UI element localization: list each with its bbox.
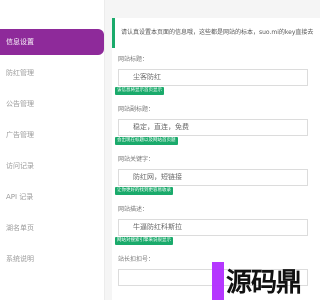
watermark-accent-bar (212, 262, 224, 300)
sidebar-item-announcements[interactable]: 公告管理 (0, 91, 104, 117)
sidebar-item-access-log[interactable]: 访问记录 (0, 153, 104, 179)
sidebar-item-ads[interactable]: 广告管理 (0, 122, 104, 148)
watermark: 源码鼎 (212, 262, 320, 300)
site-subtitle-input[interactable]: 稳定，直连，免费 (118, 119, 308, 136)
site-description-hint: 网站对搜索引擎来说很显示 (115, 237, 173, 245)
field-label-site-description: 网站描述： (118, 206, 149, 213)
site-subtitle-hint: 会出现在标题以及网站首页题 (115, 137, 178, 145)
notice-banner: 请认真设置本页面的信息哦，这些都是网站的标本，suo.mi的key直接去 (112, 18, 320, 48)
sidebar: 信息设置 防红管理 公告管理 广告管理 访问记录 API 记录 湖名单页 系统说… (0, 0, 105, 300)
field-label-site-subtitle: 网站副标题： (118, 106, 155, 113)
field-label-site-keywords: 网站关键字： (118, 156, 155, 163)
site-description-input[interactable]: 牛逼防红科斯拉 (118, 219, 308, 236)
site-title-hint: 该信息将显示首页显示 (115, 87, 164, 95)
field-label-admin-qq: 站长扣扣号： (118, 256, 155, 263)
field-label-site-title: 网站标题： (118, 56, 149, 63)
site-keywords-input[interactable]: 防红网，短链接 (118, 169, 308, 186)
sidebar-item-api-log[interactable]: API 记录 (0, 184, 104, 210)
site-keywords-hint: 让你更好的找到更容易收录 (115, 187, 173, 195)
watermark-text: 源码鼎 (226, 268, 302, 298)
sidebar-item-info-settings[interactable]: 信息设置 (0, 29, 104, 55)
sidebar-item-anti-red[interactable]: 防红管理 (0, 60, 104, 86)
sidebar-item-system-help[interactable]: 系统说明 (0, 246, 104, 272)
site-title-input[interactable]: 尘客防红 (118, 69, 308, 86)
sidebar-item-lake-list[interactable]: 湖名单页 (0, 215, 104, 241)
